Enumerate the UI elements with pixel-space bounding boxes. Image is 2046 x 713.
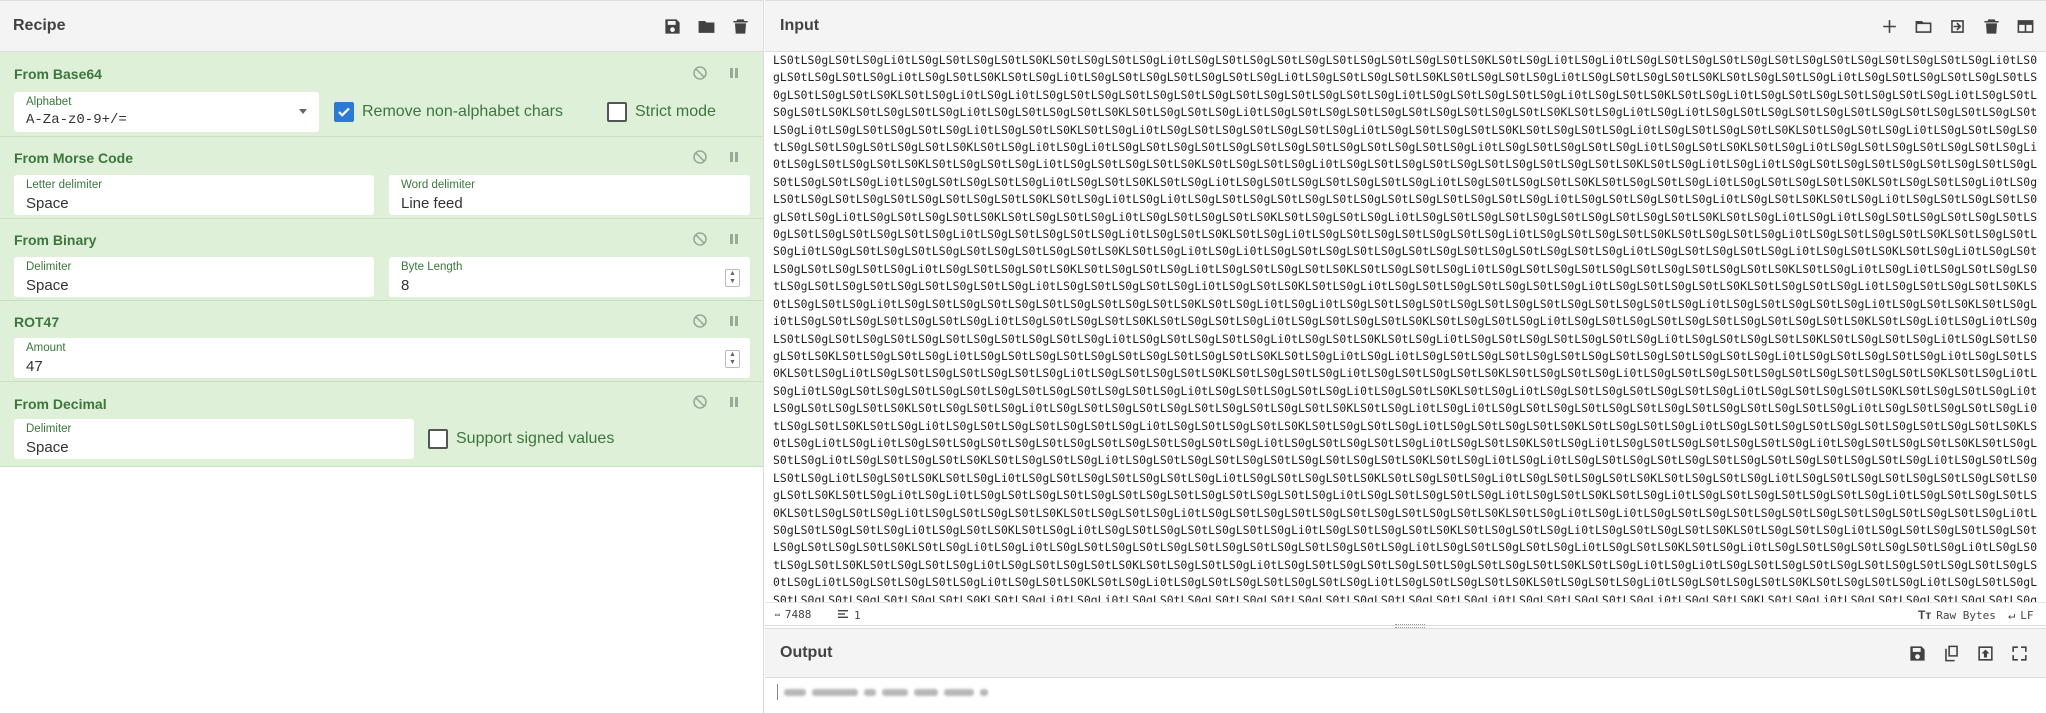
pause-icon[interactable]: [725, 230, 743, 248]
pause-icon[interactable]: [725, 64, 743, 82]
input-header: Input: [765, 0, 2046, 52]
recipe-panel: Recipe From Base64 Alphabet A-Za-z0-9+/=…: [0, 0, 764, 713]
checkbox-checked-icon[interactable]: [334, 102, 354, 122]
clear-recipe-trash-icon[interactable]: [729, 15, 751, 37]
input-status-bar: ▭ 7488 1 Tт Raw Bytes ↵ LF: [765, 602, 2046, 626]
recipe-title: Recipe: [13, 17, 66, 34]
input-panel: Input LS0tLS0gLS0tLS0gLi0tLS0gLS0tLS0gLS…: [765, 0, 2046, 602]
chevron-down-icon: [299, 109, 307, 114]
disable-icon[interactable]: [691, 393, 709, 411]
op-from-morse-code[interactable]: From Morse Code Letter delimiter Space W…: [0, 137, 763, 219]
decimal-delimiter-label: Delimiter: [26, 423, 72, 435]
disable-icon[interactable]: [691, 148, 709, 166]
support-signed-values-checkbox[interactable]: Support signed values: [428, 429, 614, 449]
binary-delimiter-label: Delimiter: [26, 261, 72, 273]
alphabet-label: Alphabet: [26, 96, 72, 108]
eol-value: LF: [2020, 608, 2034, 622]
pause-icon[interactable]: [725, 312, 743, 330]
input-textarea[interactable]: LS0tLS0gLS0tLS0gLi0tLS0gLS0tLS0gLS0tLS0K…: [773, 52, 2041, 602]
input-lines-value: 1: [854, 609, 861, 622]
input-title: Input: [780, 17, 820, 34]
strict-mode-checkbox[interactable]: Strict mode: [607, 102, 716, 122]
alphabet-select[interactable]: Alphabet A-Za-z0-9+/=: [14, 92, 319, 132]
reset-layout-icon[interactable]: [2014, 15, 2036, 37]
word-delimiter-field[interactable]: Word delimiter Line feed: [389, 175, 750, 215]
disable-icon[interactable]: [691, 312, 709, 330]
lines-icon: [837, 608, 849, 623]
amount-field[interactable]: Amount 47 ▲ ▼: [14, 338, 750, 378]
disable-icon[interactable]: [691, 64, 709, 82]
output-garbled-glyphs: [812, 688, 858, 696]
output-cursor: [777, 684, 778, 700]
eol-selector[interactable]: ↵ LF: [2008, 608, 2033, 622]
decimal-delimiter-field[interactable]: Delimiter Space: [14, 419, 414, 459]
open-folder-icon[interactable]: [1912, 15, 1934, 37]
op-title: ROT47: [14, 314, 60, 330]
save-recipe-icon[interactable]: [661, 15, 683, 37]
op-from-base64[interactable]: From Base64 Alphabet A-Za-z0-9+/= Remove…: [0, 52, 763, 137]
number-spinner-icon[interactable]: ▲ ▼: [725, 350, 740, 368]
pause-icon[interactable]: [725, 148, 743, 166]
encoding-value: Raw Bytes: [1936, 608, 1996, 622]
save-output-icon[interactable]: [1906, 642, 1928, 664]
support-signed-values-label: Support signed values: [456, 430, 615, 447]
add-tab-plus-icon[interactable]: [1878, 15, 1900, 37]
disable-icon[interactable]: [691, 230, 709, 248]
output-garbled-glyphs: [980, 688, 988, 696]
op-title: From Morse Code: [14, 150, 134, 166]
word-delimiter-value: Line feed: [401, 195, 463, 212]
load-recipe-folder-icon[interactable]: [695, 15, 717, 37]
output-garbled-glyphs: [944, 688, 974, 696]
remove-non-alphabet-label: Remove non-alphabet chars: [362, 103, 564, 120]
output-header: Output: [765, 628, 2046, 678]
amount-label: Amount: [26, 342, 66, 354]
pause-icon[interactable]: [725, 393, 743, 411]
byte-length-label: Byte Length: [401, 261, 463, 273]
binary-delimiter-field[interactable]: Delimiter Space: [14, 257, 374, 297]
text-encoding-icon: Tт: [1918, 608, 1932, 622]
checkbox-unchecked-icon[interactable]: [607, 102, 627, 122]
binary-delimiter-value: Space: [26, 277, 69, 294]
op-title: From Base64: [14, 66, 102, 82]
letter-delimiter-label: Letter delimiter: [26, 179, 103, 191]
alphabet-value: A-Za-z0-9+/=: [26, 112, 127, 128]
word-delimiter-label: Word delimiter: [401, 179, 475, 191]
output-title: Output: [780, 644, 833, 661]
open-file-load-icon[interactable]: [1946, 15, 1968, 37]
byte-length-value: 8: [401, 277, 410, 294]
amount-value: 47: [26, 358, 43, 375]
clear-input-trash-icon[interactable]: [1980, 15, 2002, 37]
number-spinner-icon[interactable]: ▲ ▼: [725, 269, 740, 287]
output-panel: Output: [765, 628, 2046, 713]
input-length-value: 7488: [784, 608, 812, 621]
encoding-selector[interactable]: Tт Raw Bytes: [1918, 608, 1996, 622]
output-garbled-glyphs: [882, 688, 908, 696]
op-from-binary[interactable]: From Binary Delimiter Space Byte Length …: [0, 219, 763, 301]
return-arrow-icon: ↵: [2008, 608, 2016, 622]
output-garbled-glyphs: [914, 688, 938, 696]
output-textarea[interactable]: [777, 682, 988, 702]
op-rot47[interactable]: ROT47 Amount 47 ▲ ▼: [0, 301, 763, 382]
op-title: From Decimal: [14, 396, 107, 412]
remove-non-alphabet-checkbox[interactable]: Remove non-alphabet chars: [334, 102, 563, 122]
letter-delimiter-value: Space: [26, 195, 69, 212]
copy-output-icon[interactable]: [1940, 642, 1962, 664]
replace-input-icon[interactable]: [1974, 642, 1996, 664]
strict-mode-label: Strict mode: [635, 103, 716, 120]
op-title: From Binary: [14, 232, 97, 248]
letter-delimiter-field[interactable]: Letter delimiter Space: [14, 175, 374, 215]
input-lines-status: 1: [837, 608, 861, 623]
output-garbled-glyphs: [784, 688, 806, 696]
abc-length-icon: ▭: [775, 610, 780, 619]
byte-length-field[interactable]: Byte Length 8 ▲ ▼: [389, 257, 750, 297]
maximise-output-icon[interactable]: [2008, 642, 2030, 664]
op-from-decimal[interactable]: From Decimal Delimiter Space Support sig…: [0, 382, 763, 467]
output-garbled-glyphs: [864, 688, 876, 696]
input-length-status: ▭ 7488: [775, 608, 811, 621]
checkbox-unchecked-icon[interactable]: [428, 429, 448, 449]
recipe-header: Recipe: [0, 0, 763, 52]
decimal-delimiter-value: Space: [26, 439, 69, 456]
